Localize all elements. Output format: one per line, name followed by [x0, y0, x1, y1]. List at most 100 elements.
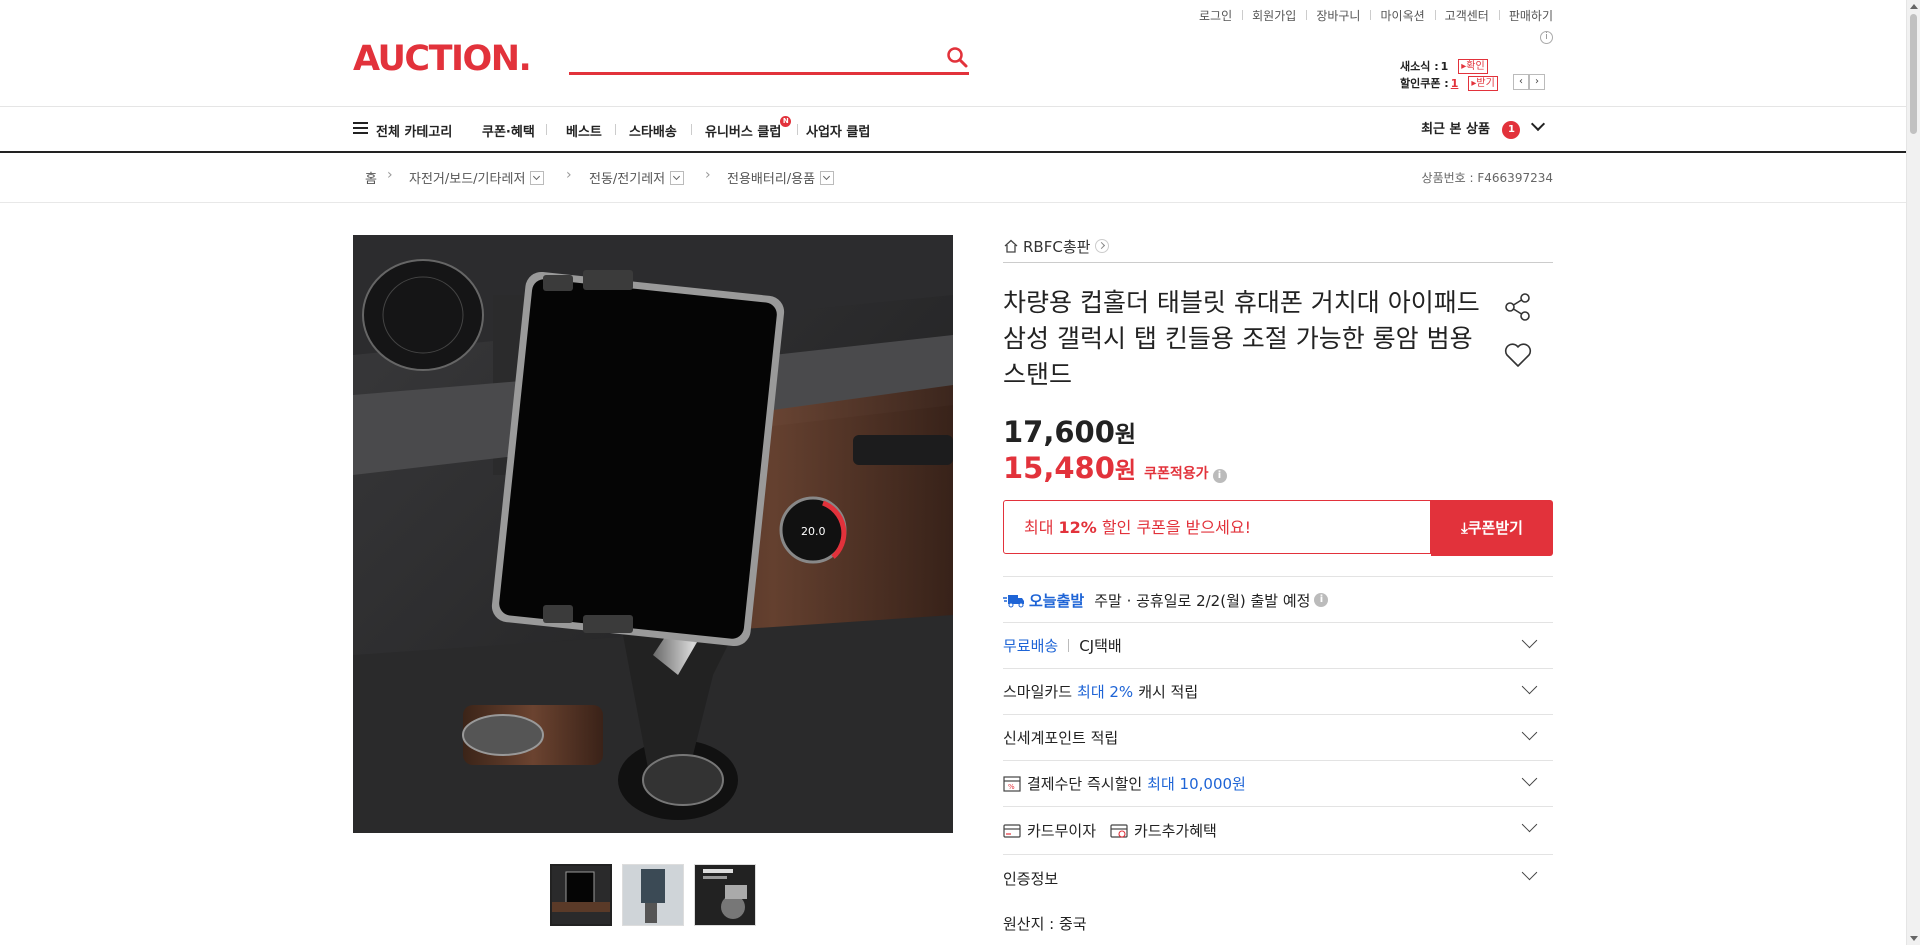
- nav-universe-club-label: 유니버스 클럽: [705, 125, 782, 140]
- receive-coupon-button[interactable]: ⤓쿠폰받기: [1431, 500, 1553, 556]
- currency-unit: 원: [1114, 458, 1137, 484]
- breadcrumb-home[interactable]: 홈: [365, 168, 377, 187]
- breadcrumb-category-1[interactable]: 자전거/보드/기타레저: [409, 168, 545, 187]
- chevron-down-icon: [1521, 770, 1538, 787]
- coupon-banner-percent: 12%: [1058, 518, 1097, 537]
- search-input[interactable]: [569, 44, 933, 72]
- hamburger-icon[interactable]: [353, 122, 368, 134]
- new-news-check-button[interactable]: ▸확인: [1458, 59, 1488, 74]
- fast-delivery-icon: [1003, 595, 1024, 608]
- thumbnail-image-icon: [623, 865, 683, 925]
- new-news-count: 1: [1440, 60, 1449, 73]
- chevron-right-icon: [1095, 239, 1110, 253]
- auction-logo[interactable]: AUCTION.: [353, 39, 532, 79]
- cart-link[interactable]: 장바구니: [1306, 7, 1370, 24]
- origin-info: 원산지 : 중국: [1003, 915, 1087, 933]
- ssg-point-row[interactable]: 신세계포인트 적립: [1003, 714, 1553, 760]
- login-link[interactable]: 로그인: [1189, 7, 1242, 24]
- nav-divider: [797, 124, 798, 135]
- recent-viewed-button[interactable]: 최근 본 상품 1: [1421, 116, 1546, 139]
- scroll-down-icon[interactable]: [1910, 936, 1918, 941]
- nav-coupon-benefit[interactable]: 쿠폰·혜택: [482, 121, 535, 140]
- thumbnail-list: [550, 864, 756, 926]
- coupon-banner-prefix: 최대: [1024, 518, 1059, 537]
- sale-price: 15,480 원 쿠폰적용가 i: [1003, 451, 1227, 485]
- smile-card-suffix: 캐시 적립: [1138, 683, 1199, 701]
- search-bar: [569, 44, 969, 75]
- info-icon[interactable]: i: [1212, 469, 1227, 483]
- mini-pager: ‹ ›: [1513, 74, 1545, 90]
- download-icon: ⤓: [1461, 519, 1468, 537]
- nav-best[interactable]: 베스트: [566, 121, 602, 140]
- thumbnail-1[interactable]: [550, 864, 612, 926]
- info-icon[interactable]: i: [1314, 593, 1329, 607]
- coupon-receive-label: 받기: [1476, 78, 1495, 89]
- payment-discount-row[interactable]: % 결제수단 즉시할인 최대 10,000원: [1003, 760, 1553, 806]
- nav-divider: [546, 124, 547, 135]
- customer-center-link[interactable]: 고객센터: [1434, 7, 1499, 24]
- certification-row[interactable]: 인증정보: [1003, 854, 1553, 901]
- scroll-up-icon[interactable]: [1910, 4, 1918, 9]
- nav-star-delivery[interactable]: 스타배송: [629, 121, 677, 140]
- delivery-row[interactable]: 무료배송 CJ택배: [1003, 622, 1553, 668]
- breadcrumb-arrow-icon: ›: [705, 167, 711, 183]
- payment-discount-max: 최대 10,000원: [1147, 775, 1246, 793]
- coupon-count[interactable]: 1: [1451, 75, 1459, 92]
- product-main-image[interactable]: 20.0: [353, 235, 953, 833]
- info-icon[interactable]: i: [1540, 31, 1553, 44]
- my-auction-link[interactable]: 마이옥션: [1370, 7, 1434, 24]
- chevron-down-icon: [1521, 632, 1538, 649]
- nav-universe-club[interactable]: 유니버스 클럽 N: [705, 116, 792, 140]
- breadcrumb-category-3[interactable]: 전용배터리/용품: [727, 168, 835, 187]
- dropdown-icon[interactable]: [670, 171, 685, 185]
- currency-unit: 원: [1114, 422, 1137, 448]
- breadcrumb-category-1-label: 자전거/보드/기타레저: [409, 172, 526, 187]
- card-extra-benefit-label: 카드추가혜택: [1134, 822, 1217, 840]
- breadcrumb-arrow-icon: ›: [566, 167, 572, 183]
- discount-icon: %: [1003, 775, 1021, 792]
- breadcrumb-category-2-label: 전동/전기레저: [589, 172, 666, 187]
- coupon-banner: 최대 12% 할인 쿠폰을 받으세요!: [1003, 500, 1431, 554]
- coupon-label: 할인쿠폰 :: [1400, 77, 1449, 90]
- smile-card-label: 스마일카드: [1003, 683, 1073, 701]
- share-icon[interactable]: [1503, 292, 1533, 322]
- new-news-check-label: 확인: [1466, 61, 1485, 72]
- mini-notice-box: 새소식 : 1 ▸확인 할인쿠폰 : 1 ▸받기: [1400, 58, 1498, 92]
- shop-link[interactable]: RBFC총판: [1003, 230, 1553, 263]
- svg-text:20.0: 20.0: [801, 525, 826, 538]
- free-shipping-label: 무료배송: [1003, 637, 1059, 655]
- thumbnail-2[interactable]: [622, 864, 684, 926]
- smile-card-rate: 최대 2%: [1077, 683, 1134, 701]
- chevron-down-icon: [1521, 816, 1538, 833]
- recent-viewed-label: 최근 본 상품: [1421, 122, 1490, 137]
- nav-business-club[interactable]: 사업자 클럽: [806, 121, 870, 140]
- original-price: 17,600원: [1003, 415, 1136, 449]
- car-tablet-mount-image: 20.0: [353, 235, 953, 833]
- page-scrollbar[interactable]: [1906, 0, 1920, 945]
- card-benefit-row[interactable]: 카드무이자 카드추가혜택: [1003, 806, 1553, 854]
- breadcrumb-category-2[interactable]: 전동/전기레저: [589, 168, 685, 187]
- ship-note: 주말 · 공휴일로 2/2(월) 출발 예정: [1094, 591, 1311, 610]
- heart-icon[interactable]: [1503, 340, 1533, 370]
- signup-link[interactable]: 회원가입: [1242, 7, 1306, 24]
- coupon-receive-button[interactable]: ▸받기: [1468, 76, 1498, 91]
- original-price-value: 17,600: [1003, 415, 1115, 449]
- new-badge: N: [780, 116, 792, 127]
- smile-card-row[interactable]: 스마일카드 최대 2% 캐시 적립: [1003, 668, 1553, 714]
- payment-discount-label: 결제수단 즉시할인: [1027, 775, 1143, 793]
- dropdown-icon[interactable]: [530, 171, 545, 185]
- divider: [1068, 639, 1070, 652]
- dropdown-icon[interactable]: [820, 171, 835, 185]
- next-arrow-icon[interactable]: ›: [1529, 74, 1545, 90]
- scroll-thumb[interactable]: [1910, 14, 1917, 134]
- category-nav: 전체 카테고리 쿠폰·혜택 베스트 스타배송 유니버스 클럽 N 사업자 클럽 …: [0, 106, 1907, 153]
- chevron-down-icon: [1521, 724, 1538, 741]
- nav-divider: [615, 124, 616, 135]
- coupon-applied-label: 쿠폰적용가: [1144, 466, 1209, 482]
- search-icon[interactable]: [945, 45, 969, 69]
- thumbnail-3[interactable]: [694, 864, 756, 926]
- all-category-button[interactable]: 전체 카테고리: [376, 121, 452, 140]
- breadcrumb: 홈 › 자전거/보드/기타레저 › 전동/전기레저 › 전용배터리/용품 상품번…: [0, 152, 1907, 203]
- sell-link[interactable]: 판매하기: [1498, 7, 1553, 24]
- prev-arrow-icon[interactable]: ‹: [1513, 74, 1529, 90]
